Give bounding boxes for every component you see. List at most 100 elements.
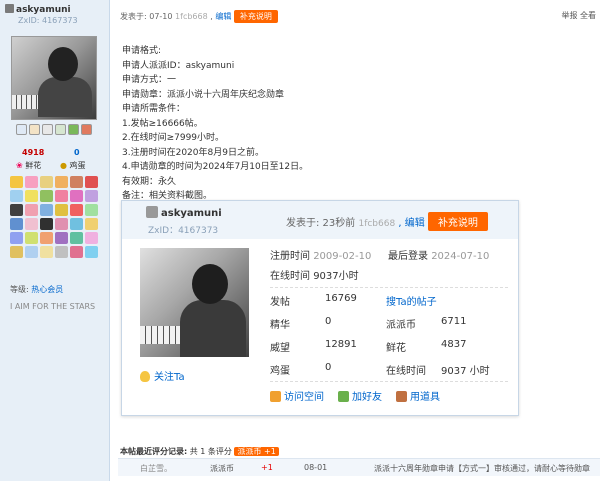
- card-header: askyamuni ZxID：4167373 发表于: 23秒前 1fcb668…: [122, 201, 518, 239]
- rating-date: 08-01: [304, 463, 328, 472]
- user-action-icons: [10, 124, 98, 138]
- medal-icon[interactable]: [10, 246, 23, 258]
- flowers-count: 4918: [22, 148, 45, 157]
- card-edit-link[interactable]: , 编辑: [398, 218, 424, 229]
- eggs-label[interactable]: ● 鸡蛋: [60, 160, 86, 171]
- medal-icon[interactable]: [55, 232, 68, 244]
- medal-icon[interactable]: [10, 176, 23, 188]
- gender-icon: [146, 206, 158, 218]
- medal-icon[interactable]: [55, 246, 68, 258]
- user-sidebar: askyamuni ZxID: 4167373 4918 0 ❀ 鲜花 ● 鸡蛋…: [0, 0, 110, 481]
- card-post-time: 发表于: 23秒前: [286, 218, 356, 229]
- stats-grid: 发帖 16769 搜Ta的帖子 精华 0 派派币 6711 威望 12891 鲜花 4837 鸡…: [270, 293, 510, 377]
- supplement-button[interactable]: 补充说明: [233, 10, 278, 23]
- report-link[interactable]: 举报: [561, 11, 577, 20]
- medal-icon[interactable]: [25, 218, 38, 230]
- stat-value: 12891: [325, 339, 357, 350]
- search-posts-link[interactable]: 搜Ta的帖子: [386, 293, 501, 308]
- card-avatar[interactable]: [140, 248, 249, 357]
- stat-value: 9037 小时: [441, 366, 490, 377]
- medal-icon[interactable]: [85, 218, 98, 230]
- medal-icon[interactable]: [10, 232, 23, 244]
- stat-value: 16769: [325, 293, 357, 304]
- medal-icon[interactable]: [10, 218, 23, 230]
- medal-icon[interactable]: [55, 190, 68, 202]
- content-line: 申请格式:: [122, 46, 162, 56]
- online-time: 在线时间 9037小时: [270, 271, 359, 282]
- user-level: 等级: 热心会员: [10, 285, 64, 294]
- edit-link[interactable]: 编辑: [215, 12, 231, 21]
- rater-name[interactable]: 白芷雪。: [140, 463, 172, 474]
- username[interactable]: askyamuni: [5, 4, 71, 15]
- rating-value: +1: [261, 463, 273, 472]
- medal-icon[interactable]: [25, 232, 38, 244]
- medal-icon[interactable]: [55, 204, 68, 216]
- medal-icon[interactable]: [55, 176, 68, 188]
- stat-label: 鸡蛋: [270, 366, 290, 377]
- card-meta: 发表于: 23秒前 1fcb668 , 编辑 补充说明: [286, 212, 488, 231]
- medal-icon[interactable]: [70, 204, 83, 216]
- medal-icon[interactable]: [10, 204, 23, 216]
- medal-icon[interactable]: [40, 218, 53, 230]
- medal-icon[interactable]: [40, 190, 53, 202]
- add-friend-icon[interactable]: [29, 124, 40, 135]
- card-supplement-button[interactable]: 补充说明: [427, 212, 488, 231]
- medal-icon[interactable]: [55, 218, 68, 230]
- stat-label: 鲜花: [386, 343, 406, 354]
- stat-label: 精华: [270, 320, 290, 331]
- stat-value: 6711: [441, 316, 467, 327]
- medal-icon[interactable]: [25, 176, 38, 188]
- flowers-label[interactable]: ❀ 鲜花: [16, 160, 41, 171]
- message-icon[interactable]: [16, 124, 27, 135]
- friends-icon: [338, 391, 349, 402]
- medal-icon[interactable]: [40, 232, 53, 244]
- medal-icon[interactable]: [85, 246, 98, 258]
- medal-icon[interactable]: [85, 190, 98, 202]
- medal-icon[interactable]: [25, 246, 38, 258]
- home-icon: [270, 391, 281, 402]
- username-text[interactable]: askyamuni: [16, 5, 71, 15]
- medal-icon[interactable]: [85, 204, 98, 216]
- medal-grid: [10, 176, 98, 258]
- medal-icon[interactable]: [85, 176, 98, 188]
- medal-icon[interactable]: [40, 204, 53, 216]
- divider: [270, 287, 508, 288]
- card-username[interactable]: askyamuni: [146, 206, 222, 219]
- content-line: 申请所需条件：: [122, 104, 186, 114]
- medal-icon[interactable]: [40, 246, 53, 258]
- medal-icon[interactable]: [70, 232, 83, 244]
- content-line: 申请勋章：派派小说十六周年庆纪念勋章: [122, 89, 285, 100]
- visit-space-link[interactable]: 访问空间: [270, 388, 324, 403]
- medal-icon[interactable]: [70, 190, 83, 202]
- card-floor: 1fcb668: [358, 219, 396, 229]
- medal-icon[interactable]: [70, 176, 83, 188]
- medal-icon[interactable]: [70, 218, 83, 230]
- rating-item: 派派币: [210, 464, 234, 473]
- wand-icon: [396, 391, 407, 402]
- content-line: 4.申请勋章的时间为2024年7月10日至12日。: [122, 162, 309, 172]
- use-item-link[interactable]: 用道具: [396, 388, 440, 403]
- avatar[interactable]: [11, 36, 97, 120]
- divider: [270, 381, 508, 382]
- follow-button[interactable]: 关注Ta: [140, 368, 185, 383]
- stat-label: 派派币: [386, 320, 416, 331]
- medal-icon[interactable]: [10, 190, 23, 202]
- medal-icon[interactable]: [70, 246, 83, 258]
- stat-value: 0: [325, 316, 332, 327]
- view-all-link[interactable]: 全看: [580, 11, 596, 20]
- medal-icon[interactable]: [25, 190, 38, 202]
- medal-icon[interactable]: [25, 204, 38, 216]
- person-icon[interactable]: [81, 124, 92, 135]
- zxid: ZxID: 4167373: [18, 16, 78, 25]
- medal-icon[interactable]: [40, 176, 53, 188]
- blocks-icon[interactable]: [68, 124, 79, 135]
- user-motto: I AIM FOR THE STARS: [10, 302, 96, 311]
- post-time: 发表于: 07-10: [120, 12, 173, 21]
- search-icon[interactable]: [42, 124, 53, 135]
- profile-icon[interactable]: [55, 124, 66, 135]
- add-friend-link[interactable]: 加好友: [338, 388, 382, 403]
- medal-icon[interactable]: [85, 232, 98, 244]
- level-link[interactable]: 热心会员: [31, 285, 63, 294]
- content-line: 有效期：永久: [122, 176, 177, 187]
- content-line: 3.注册时间在2020年8月9日之前。: [122, 147, 264, 158]
